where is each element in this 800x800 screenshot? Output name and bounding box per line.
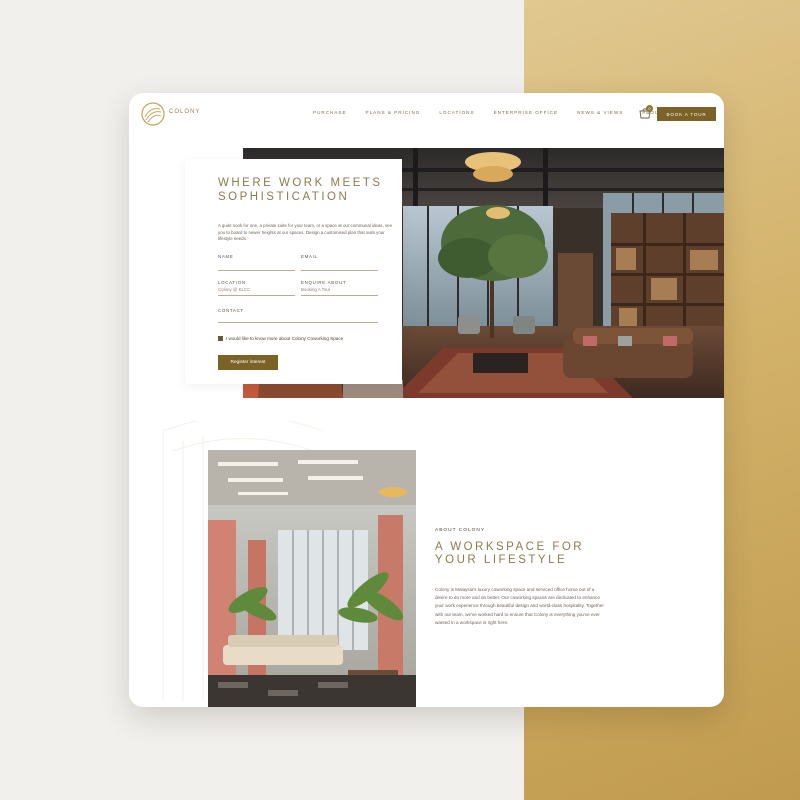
about-paragraph: Colony is Malaysia's luxury coworking sp… bbox=[435, 587, 604, 625]
hero-description: A quiet nook for one, a private suite fo… bbox=[218, 223, 393, 242]
name-field[interactable] bbox=[218, 262, 295, 271]
nav-link-locations[interactable]: LOCATIONS bbox=[439, 110, 474, 115]
colony-logo-icon[interactable] bbox=[140, 101, 166, 127]
enquire-label: ENQUIRE ABOUT bbox=[301, 280, 347, 285]
about-title: A WORKSPACE FOR YOUR LIFESTYLE bbox=[435, 541, 585, 566]
newsletter-checkbox-label: I would like to know more about Colony C… bbox=[226, 336, 344, 341]
top-navigation: COLONY PURCHASE PLANS & PRICING LOCATION… bbox=[129, 93, 724, 135]
hero-title: WHERE WORK MEETS SOPHISTICATION bbox=[218, 177, 383, 203]
website-mockup-card: COLONY PURCHASE PLANS & PRICING LOCATION… bbox=[129, 93, 724, 707]
lobby-image bbox=[208, 450, 416, 707]
about-eyebrow: ABOUT COLONY bbox=[435, 528, 486, 533]
enquire-select[interactable]: Booking A Tour bbox=[301, 287, 378, 296]
register-interest-form: WHERE WORK MEETS SOPHISTICATION A quiet … bbox=[185, 159, 402, 384]
contact-label: CONTACT bbox=[218, 308, 244, 313]
name-label: NAME bbox=[218, 254, 234, 259]
newsletter-checkbox[interactable] bbox=[218, 336, 223, 341]
nav-link-purchase[interactable]: PURCHASE bbox=[313, 110, 347, 115]
nav-link-plans-pricing[interactable]: PLANS & PRICING bbox=[366, 110, 421, 115]
nav-links: PURCHASE PLANS & PRICING LOCATIONS ENTER… bbox=[313, 110, 682, 115]
cart-count-badge: 0 bbox=[646, 105, 653, 112]
contact-field[interactable] bbox=[218, 314, 378, 323]
book-a-tour-button[interactable]: BOOK A TOUR bbox=[657, 107, 716, 121]
nav-link-enterprise-office[interactable]: ENTERPRISE OFFICE bbox=[494, 110, 558, 115]
logo-text: COLONY bbox=[169, 109, 201, 115]
nav-link-news-views[interactable]: NEWS & VIEWS bbox=[577, 110, 623, 115]
register-interest-button[interactable]: Register interest bbox=[218, 355, 278, 370]
email-label: EMAIL bbox=[301, 254, 318, 259]
location-label: LOCATION bbox=[218, 280, 246, 285]
email-field[interactable] bbox=[301, 262, 378, 271]
location-select[interactable]: Colony @ KLCC bbox=[218, 287, 295, 296]
